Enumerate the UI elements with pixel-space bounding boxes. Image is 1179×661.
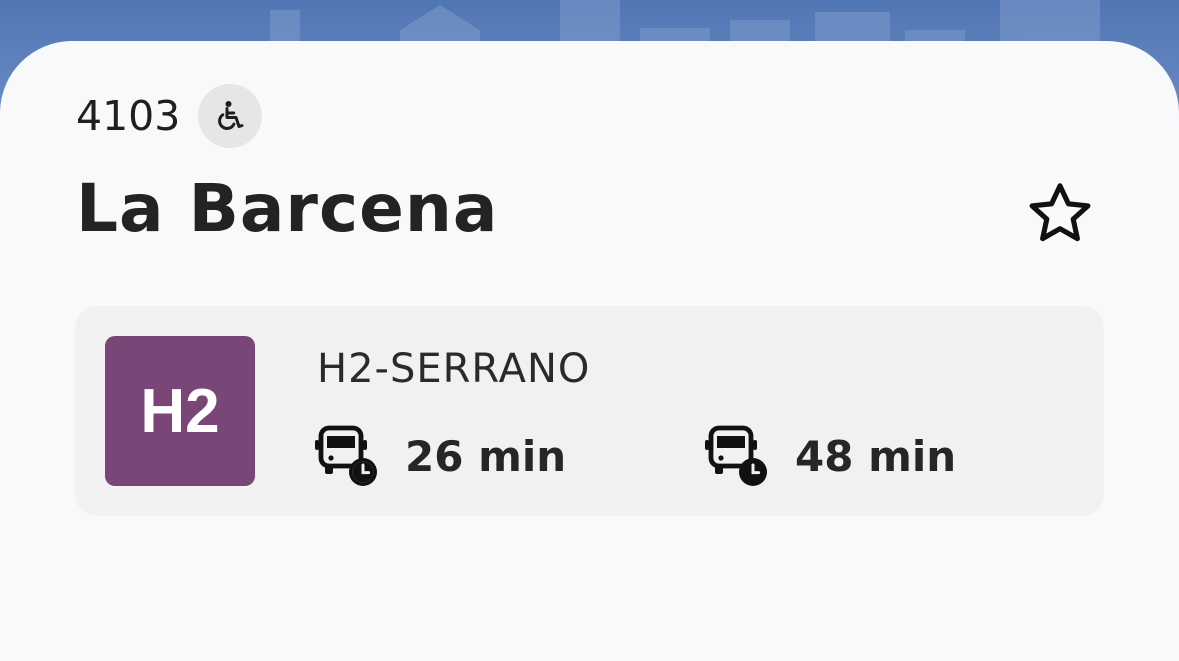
route-name: H2-SERRANO [317, 346, 591, 392]
arrival-time: 26 min [405, 431, 567, 481]
accessibility-badge [198, 84, 263, 148]
route-card[interactable]: H2 H2-SERRANO 26 min 48 min [75, 306, 1104, 516]
stop-name: La Barcena [76, 170, 499, 247]
arrival-time: 48 min [795, 431, 957, 481]
star-outline-icon [1029, 183, 1091, 242]
bus-clock-icon [315, 425, 377, 486]
stop-code: 4103 [76, 92, 181, 140]
arrival-item: 26 min [315, 424, 566, 488]
stop-code-row: 4103 [76, 84, 263, 148]
favorite-button[interactable] [1020, 174, 1100, 254]
wheelchair-icon [218, 101, 244, 130]
arrival-item: 48 min [705, 424, 956, 488]
line-badge: H2 [105, 336, 255, 486]
bus-clock-icon [705, 425, 767, 486]
